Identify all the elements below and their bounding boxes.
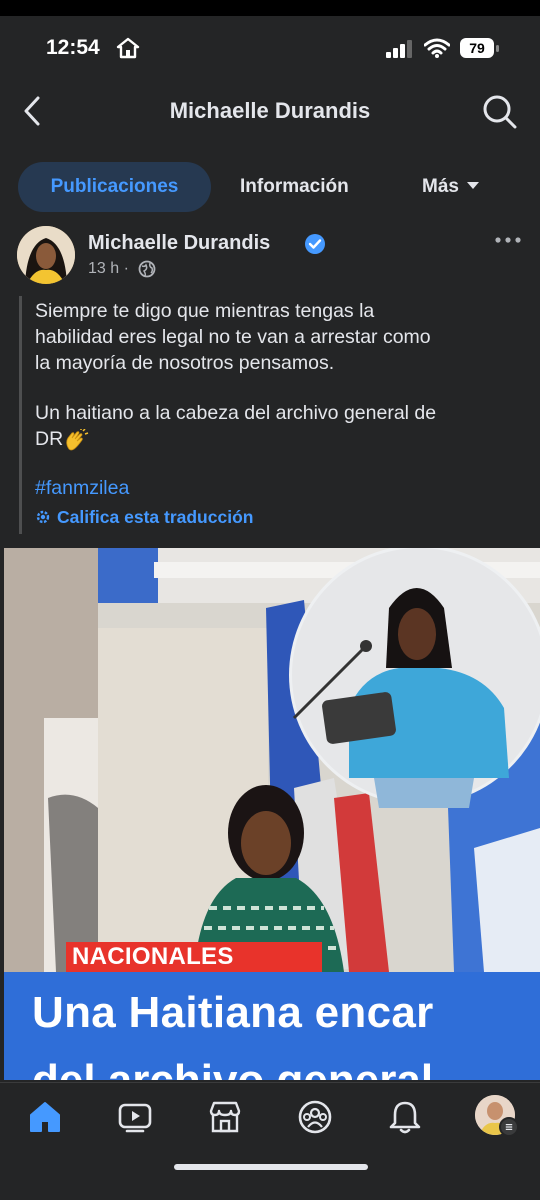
tab-mas[interactable]: Más [422, 162, 479, 212]
home-icon[interactable] [27, 1099, 63, 1135]
tab-informacion[interactable]: Información [240, 162, 349, 212]
caret-down-icon [466, 182, 479, 190]
post-text-line: habilidad eres legal no te van a arresta… [35, 326, 431, 348]
clapping-hands-icon [66, 428, 89, 451]
video-icon[interactable] [117, 1099, 153, 1135]
post-author-name[interactable]: Michaelle Durandis [88, 232, 270, 255]
marketplace-icon[interactable] [207, 1099, 243, 1135]
signal-icon [386, 40, 412, 58]
avatar-image [17, 226, 75, 284]
status-time: 12:54 [46, 36, 100, 59]
home-indicator[interactable] [174, 1164, 368, 1170]
wifi-icon [424, 38, 450, 58]
post-text-paragraph-2: Un haitiano a la cabeza del archivo gene… [35, 400, 525, 452]
notifications-icon[interactable] [387, 1099, 423, 1135]
screen: 12:54 79 Michaelle Durandis Publicacione… [0, 0, 540, 1200]
settings-gear-icon [36, 510, 50, 524]
rate-translation-link[interactable]: Califica esta traducción [35, 507, 253, 528]
news-headline: Una Haitiana encar [32, 988, 434, 1037]
groups-icon[interactable] [297, 1099, 333, 1135]
rate-translation-label: Califica esta traducción [57, 507, 254, 527]
page-title: Michaelle Durandis [169, 98, 371, 123]
post-text: Siempre te digo que mientras tengas la h… [35, 298, 525, 376]
status-bar: 12:54 79 [0, 16, 540, 78]
public-globe-icon [138, 260, 156, 278]
post-text-line: Un haitiano a la cabeza del archivo gene… [35, 402, 437, 424]
menu-hamburger-icon[interactable] [499, 1117, 519, 1137]
post-text-line: DR [35, 428, 64, 450]
home-status-icon [116, 37, 140, 59]
post-image[interactable]: NACIONALES Una Haitiana encar del archiv… [4, 548, 540, 1080]
post-text-line: la mayoría de nosotros pensamos. [35, 352, 335, 374]
post-hashtag[interactable]: #fanmzilea [35, 477, 129, 500]
search-icon[interactable] [482, 94, 518, 130]
post-text-line-last: DR [35, 426, 525, 452]
author-avatar[interactable] [17, 226, 75, 284]
news-headline-line-2: del archivo general [32, 1056, 433, 1080]
verified-badge-icon [305, 234, 325, 254]
post-text-line: Siempre te digo que mientras tengas la [35, 300, 375, 322]
news-section-tag: NACIONALES [66, 942, 322, 972]
battery-icon: 79 [460, 38, 500, 58]
translation-bar [19, 296, 22, 534]
more-options-icon[interactable] [494, 235, 522, 245]
battery-level: 79 [460, 38, 494, 58]
post-timestamp: 13 h · [88, 260, 129, 277]
page-header: Michaelle Durandis [0, 78, 540, 148]
top-edge [0, 0, 540, 16]
news-photo [4, 548, 540, 972]
tab-mas-label: Más [422, 176, 459, 197]
profile-tabs: Publicaciones Información Más [0, 160, 540, 214]
bottom-navigation [0, 1082, 540, 1200]
tab-publicaciones[interactable]: Publicaciones [18, 162, 211, 212]
